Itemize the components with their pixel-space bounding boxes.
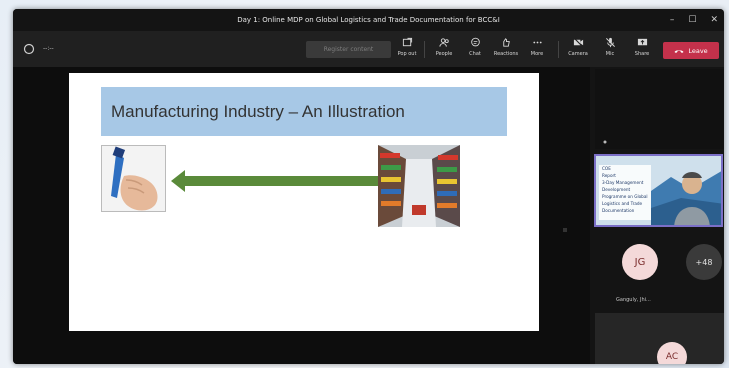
presenter-video-tile[interactable]: COE Report 3-Day Management Development …: [594, 154, 723, 227]
maximize-icon[interactable]: ☐: [688, 15, 696, 25]
supermarket-shelf-image: [378, 145, 460, 227]
banner-line: Documentation: [602, 208, 635, 213]
share-label: Share: [634, 51, 650, 57]
toolbar-divider: [424, 41, 425, 58]
arrow-left-icon: [171, 170, 379, 192]
banner-line: Logistics and Trade: [602, 201, 643, 206]
window-controls: – ☐ ✕: [670, 9, 718, 31]
camera-icon: [573, 37, 583, 48]
people-icon: [438, 38, 449, 47]
pop-out-label: Pop out: [397, 51, 417, 57]
more-participants-badge[interactable]: +48: [686, 244, 722, 280]
participants-panel: COE Report 3-Day Management Development …: [590, 67, 724, 364]
phone-hangup-icon: [674, 49, 684, 53]
reactions-button[interactable]: Reactions: [493, 37, 519, 63]
banner-line: Development: [602, 187, 631, 192]
more-label: More: [530, 51, 544, 57]
shield-icon[interactable]: [23, 43, 35, 55]
pop-out-icon: [402, 37, 412, 47]
presenter-banner: COE Report 3-Day Management Development …: [599, 165, 651, 220]
razor-image: [101, 145, 166, 212]
camera-button[interactable]: Camera: [565, 37, 591, 63]
register-content-button[interactable]: Register content: [306, 41, 391, 58]
banner-line: 3-Day Management: [602, 180, 644, 185]
more-icon: [532, 41, 542, 44]
leave-button[interactable]: Leave: [663, 42, 719, 59]
mouse-pointer: [563, 228, 567, 232]
leave-label: Leave: [688, 46, 708, 55]
toolbar-divider: [558, 41, 559, 58]
mic-button[interactable]: Mic: [597, 37, 623, 63]
avatar[interactable]: JG: [622, 244, 658, 280]
avatar[interactable]: AC: [657, 342, 687, 364]
reactions-label: Reactions: [493, 51, 519, 57]
people-button[interactable]: People: [431, 37, 457, 63]
meeting-toolbar: --:-- Register content Pop out People Ch…: [13, 31, 724, 67]
title-bar: Day 1: Online MDP on Global Logistics an…: [13, 9, 724, 31]
reactions-icon: [502, 38, 510, 47]
shared-screen-stage: Manufacturing Industry – An Illustration: [13, 67, 590, 364]
window-title: Day 1: Online MDP on Global Logistics an…: [237, 16, 500, 24]
slide-title: Manufacturing Industry – An Illustration: [101, 87, 507, 136]
chat-button[interactable]: Chat: [462, 37, 488, 63]
meeting-window: Day 1: Online MDP on Global Logistics an…: [13, 9, 724, 364]
banner-line: Report: [602, 173, 616, 178]
pop-out-button[interactable]: Pop out: [394, 37, 420, 63]
presentation-slide: Manufacturing Industry – An Illustration: [69, 73, 567, 331]
banner-line: COE: [602, 166, 611, 171]
mic-label: Mic: [605, 51, 615, 57]
more-button[interactable]: More: [524, 37, 550, 63]
mic-icon: [605, 37, 615, 48]
camera-label: Camera: [568, 51, 588, 57]
participant-tile-empty: [595, 69, 724, 149]
banner-line: Programme on Global: [602, 194, 648, 199]
chat-icon: [470, 37, 480, 47]
pin-icon: [603, 140, 607, 144]
close-icon[interactable]: ✕: [710, 15, 718, 25]
meeting-timer: --:--: [43, 45, 54, 52]
people-label: People: [435, 51, 453, 57]
share-icon: [637, 38, 647, 46]
share-button[interactable]: Share: [629, 37, 655, 63]
participant-name: Ganguly, Jhi...: [616, 297, 651, 303]
minimize-icon[interactable]: –: [670, 15, 675, 25]
chat-label: Chat: [469, 51, 481, 57]
